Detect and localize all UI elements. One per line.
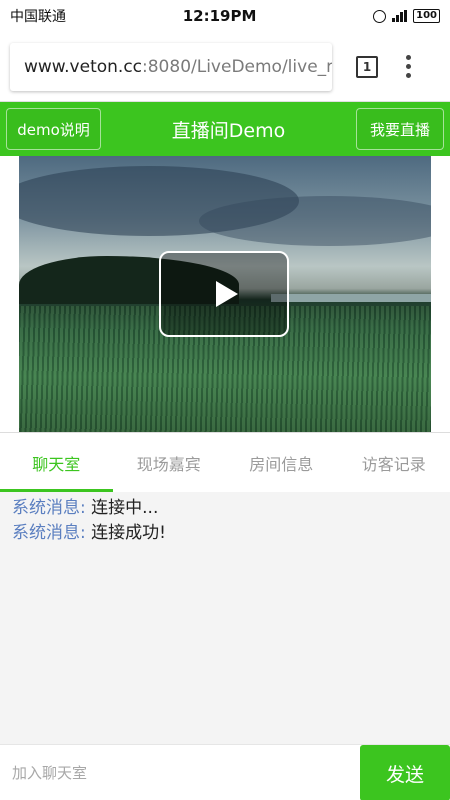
video-cloud [199,196,431,246]
browser-toolbar: www.veton.cc:8080/LiveDemo/live_r 1 [0,32,450,102]
message-text: 连接成功! [85,523,166,543]
url-path: :8080/LiveDemo/live_r [142,56,332,77]
message-sender: 系统消息: [12,498,86,518]
chat-input-bar: 发送 [0,744,450,800]
clock: 12:19PM [182,7,257,25]
chat-message: 系统消息: 连接中... [12,496,438,521]
demo-info-button[interactable]: demo说明 [6,108,101,150]
page-title: 直播间Demo [171,119,286,142]
overflow-menu-icon[interactable] [406,55,411,78]
start-live-button[interactable]: 我要直播 [355,108,444,150]
video-container [0,156,450,432]
message-text: 连接中... [85,498,159,518]
battery-icon: 100 [413,9,440,23]
status-icons: 100 [373,9,440,23]
address-bar[interactable]: www.veton.cc:8080/LiveDemo/live_r [10,42,332,91]
tab-bar: 聊天室 现场嘉宾 房间信息 访客记录 [0,432,450,492]
alarm-icon [373,9,387,23]
message-sender: 系统消息: [12,523,86,543]
status-bar: 中国联通 12:19PM 100 [0,0,450,32]
play-button[interactable] [159,251,289,337]
send-button[interactable]: 发送 [360,745,450,800]
tab-visitor-log[interactable]: 访客记录 [338,433,450,492]
app-header: demo说明 直播间Demo 我要直播 [0,102,450,156]
signal-icon [392,10,408,22]
play-icon [216,281,238,307]
tab-guests[interactable]: 现场嘉宾 [113,433,226,492]
url-host: www.veton.cc [24,56,143,77]
chat-message: 系统消息: 连接成功! [12,521,438,546]
tab-chatroom[interactable]: 聊天室 [0,433,113,492]
carrier-label: 中国联通 [10,9,66,25]
video-lake [271,294,431,302]
tab-switcher-icon[interactable]: 1 [356,55,378,78]
chat-input[interactable] [0,745,360,800]
video-player[interactable] [19,156,431,432]
tab-room-info[interactable]: 房间信息 [225,433,338,492]
chat-messages: 系统消息: 连接中... 系统消息: 连接成功! [0,492,450,744]
